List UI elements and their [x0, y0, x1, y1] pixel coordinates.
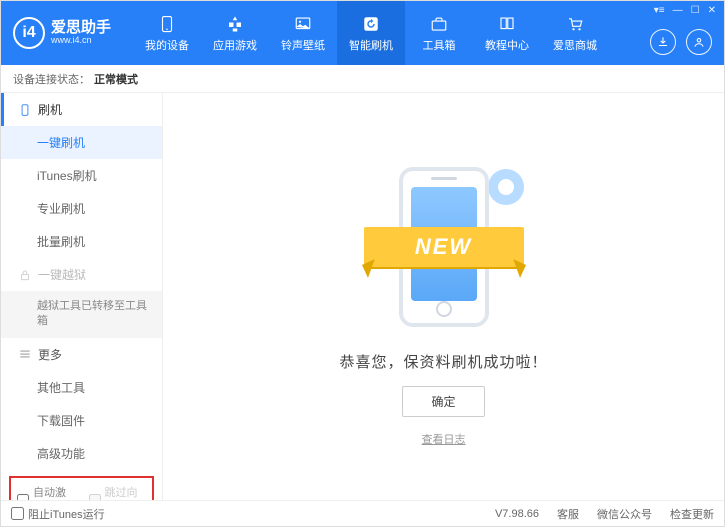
success-message: 恭喜您，保资料刷机成功啦！: [339, 351, 547, 372]
app-subtitle: www.i4.cn: [51, 36, 111, 46]
checkbox-skip-wizard[interactable]: 跳过向导: [89, 484, 147, 500]
nav-store[interactable]: 爱思商城: [541, 1, 609, 65]
new-banner: NEW: [364, 227, 524, 267]
sidebar-item-other[interactable]: 其他工具: [1, 371, 162, 404]
nav-toolbox[interactable]: 工具箱: [405, 1, 473, 65]
minimize-icon[interactable]: —: [673, 5, 683, 16]
refresh-icon: [361, 14, 381, 34]
sidebar-group-flash[interactable]: 刷机: [1, 93, 162, 126]
apps-icon: [225, 14, 245, 34]
footer: 阻止iTunes运行 V7.98.66 客服 微信公众号 检查更新: [1, 500, 724, 526]
footer-link-update[interactable]: 检查更新: [670, 506, 714, 522]
logo: i4 爱思助手 www.i4.cn: [1, 17, 123, 49]
view-log-link[interactable]: 查看日志: [422, 431, 466, 447]
phone-icon: [157, 14, 177, 34]
app-header: i4 爱思助手 www.i4.cn 我的设备 应用游戏 铃声壁纸 智能刷机: [1, 1, 724, 65]
download-button[interactable]: [650, 29, 676, 55]
status-value: 正常模式: [94, 71, 138, 87]
sidebar-item-pro[interactable]: 专业刷机: [1, 192, 162, 225]
checkbox-block-itunes[interactable]: 阻止iTunes运行: [11, 506, 105, 522]
sidebar-group-jailbreak: 一键越狱: [1, 258, 162, 291]
checkbox-auto-activate[interactable]: 自动激活: [17, 484, 75, 500]
sidebar: 刷机 一键刷机 iTunes刷机 专业刷机 批量刷机 一键越狱 越狱工具已转移至…: [1, 93, 163, 500]
version-label: V7.98.66: [495, 508, 539, 520]
sidebar-group-more[interactable]: 更多: [1, 338, 162, 371]
ok-button[interactable]: 确定: [402, 386, 484, 417]
nav-ringtones[interactable]: 铃声壁纸: [269, 1, 337, 65]
footer-link-wechat[interactable]: 微信公众号: [597, 506, 652, 522]
nav-flash[interactable]: 智能刷机: [337, 1, 405, 65]
nav-tutorials[interactable]: 教程中心: [473, 1, 541, 65]
footer-link-service[interactable]: 客服: [557, 506, 579, 522]
close-icon[interactable]: ✕: [708, 5, 716, 16]
status-label: 设备连接状态：: [13, 71, 90, 87]
sidebar-item-download[interactable]: 下载固件: [1, 404, 162, 437]
maximize-icon[interactable]: ☐: [691, 5, 700, 16]
sidebar-item-moved: 越狱工具已转移至工具箱: [1, 291, 162, 338]
disc-icon: [488, 169, 524, 205]
flash-options-box: 自动激活 跳过向导: [9, 476, 154, 500]
nav-my-device[interactable]: 我的设备: [133, 1, 201, 65]
main-content: NEW 恭喜您，保资料刷机成功啦！ 确定 查看日志: [163, 93, 724, 500]
book-icon: [497, 14, 517, 34]
sidebar-item-itunes[interactable]: iTunes刷机: [1, 159, 162, 192]
image-icon: [293, 14, 313, 34]
sidebar-item-advanced[interactable]: 高级功能: [1, 437, 162, 470]
nav-apps[interactable]: 应用游戏: [201, 1, 269, 65]
app-title: 爱思助手: [51, 20, 111, 37]
phone-icon: [18, 103, 32, 117]
more-icon: [18, 347, 32, 361]
logo-icon: i4: [13, 17, 45, 49]
sidebar-item-batch[interactable]: 批量刷机: [1, 225, 162, 258]
success-illustration: NEW: [334, 157, 554, 337]
toolbox-icon: [429, 14, 449, 34]
menu-icon[interactable]: ▾≡: [654, 5, 665, 16]
top-nav: 我的设备 应用游戏 铃声壁纸 智能刷机 工具箱 教程中心: [133, 1, 609, 65]
sidebar-item-oneclick[interactable]: 一键刷机: [1, 126, 162, 159]
status-bar: 设备连接状态： 正常模式: [1, 65, 724, 93]
lock-icon: [18, 268, 32, 282]
cart-icon: [565, 14, 585, 34]
user-button[interactable]: [686, 29, 712, 55]
